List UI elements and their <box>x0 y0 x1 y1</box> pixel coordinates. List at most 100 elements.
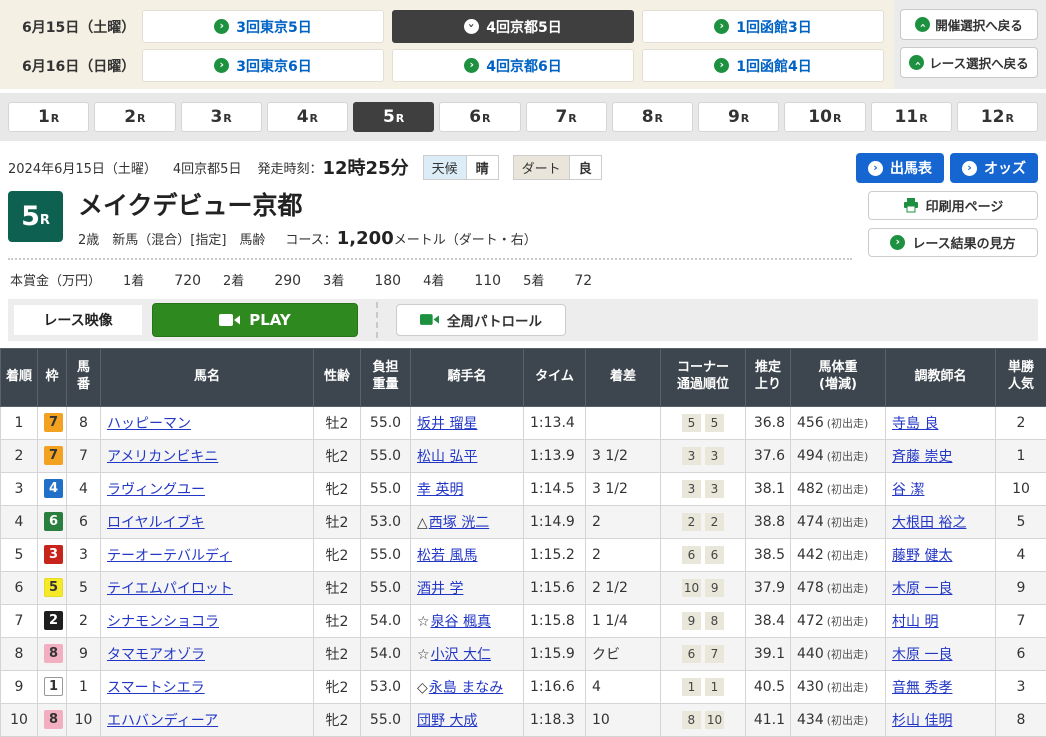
cell-bracket: 7 <box>38 406 67 439</box>
race-tab-suffix: R <box>1005 112 1013 125</box>
race-tab-2r[interactable]: 2R <box>94 102 175 132</box>
race-tab-3r[interactable]: 3R <box>181 102 262 132</box>
cell-jockey: 団野 大成 <box>411 703 524 736</box>
horse-name-link[interactable]: エハバンディーア <box>107 713 218 729</box>
patrol-video-button[interactable]: 全周パトロール <box>396 304 566 336</box>
meeting-button-1-2[interactable]: 4回京都5日 <box>392 10 634 43</box>
corner-position: 7 <box>705 645 724 663</box>
race-tab-4r[interactable]: 4R <box>267 102 348 132</box>
race-tab-7r[interactable]: 7R <box>526 102 607 132</box>
bracket-badge: 8 <box>44 710 63 729</box>
cell-carried-weight: 55.0 <box>361 538 411 571</box>
race-tab-10r[interactable]: 10R <box>784 102 865 132</box>
column-header-14: 単勝人気 <box>996 348 1046 406</box>
trainer-name-link[interactable]: 藤野 健太 <box>892 548 952 564</box>
trainer-name-link[interactable]: 音無 秀孝 <box>892 680 952 696</box>
cell-corner-order: 67 <box>661 637 746 670</box>
cell-horse-number: 2 <box>67 604 101 637</box>
race-tab-1r[interactable]: 1R <box>8 102 89 132</box>
meeting-button-2-3[interactable]: 1回函館4日 <box>642 49 884 82</box>
race-tab-8r[interactable]: 8R <box>612 102 693 132</box>
cell-horse-number: 9 <box>67 637 101 670</box>
jockey-name-link[interactable]: 永島 まなみ <box>429 680 503 696</box>
race-tab-number: 8 <box>642 107 654 127</box>
trainer-name-link[interactable]: 大根田 裕之 <box>892 515 966 531</box>
jockey-name-link[interactable]: 泉谷 楓真 <box>431 614 491 630</box>
bracket-badge: 7 <box>44 446 63 465</box>
meeting-button-2-1[interactable]: 3回東京6日 <box>142 49 384 82</box>
race-number: 5 <box>21 201 40 232</box>
cell-horse-name: タマモアオゾラ <box>101 637 314 670</box>
race-tab-9r[interactable]: 9R <box>698 102 779 132</box>
print-page-label: 印刷用ページ <box>926 196 1004 215</box>
trainer-name-link[interactable]: 寺島 良 <box>892 416 938 432</box>
bracket-badge: 7 <box>44 413 63 432</box>
jockey-name-link[interactable]: 酒井 学 <box>417 581 463 597</box>
horse-name-link[interactable]: ラヴィングユー <box>107 482 205 498</box>
trainer-name-link[interactable]: 谷 潔 <box>892 482 924 498</box>
jockey-name-link[interactable]: 坂井 瑠星 <box>417 416 477 432</box>
results-guide-button[interactable]: レース結果の見方 <box>868 228 1038 257</box>
jockey-name-link[interactable]: 松山 弘平 <box>417 449 477 465</box>
cell-win-favourite: 3 <box>996 670 1046 703</box>
start-time-label: 発走時刻： <box>257 158 322 177</box>
cell-margin: 2 1/2 <box>586 571 661 604</box>
cell-corner-order: 33 <box>661 472 746 505</box>
meeting-button-2-2[interactable]: 4回京都6日 <box>392 49 634 82</box>
meeting-button-1-3[interactable]: 1回函館3日 <box>642 10 884 43</box>
trainer-name-link[interactable]: 木原 一良 <box>892 647 952 663</box>
trainer-name-link[interactable]: 村山 明 <box>892 614 938 630</box>
jockey-name-link[interactable]: 団野 大成 <box>417 713 477 729</box>
prize-place: 2着 <box>223 270 244 289</box>
jockey-name-link[interactable]: 松若 風馬 <box>417 548 477 564</box>
cell-horse-name: エハバンディーア <box>101 703 314 736</box>
table-row: 178ハッピーマン牡255.0坂井 瑠星1:13.45536.8456(初出走)… <box>1 406 1046 439</box>
jockey-name-link[interactable]: 小沢 大仁 <box>431 647 491 663</box>
prize-amount: 290 <box>274 273 301 289</box>
trainer-name-link[interactable]: 斉藤 崇史 <box>892 449 952 465</box>
column-header-5: 性齢 <box>314 348 361 406</box>
print-page-button[interactable]: 印刷用ページ <box>868 191 1038 220</box>
cell-win-favourite: 8 <box>996 703 1046 736</box>
cell-horse-number: 3 <box>67 538 101 571</box>
back-to-meeting-button[interactable]: 開催選択へ戻る <box>900 9 1038 40</box>
arrow-right-icon <box>890 235 905 250</box>
race-tab-12r[interactable]: 12R <box>957 102 1038 132</box>
back-to-race-select-button[interactable]: レース選択へ戻る <box>900 47 1038 78</box>
table-row: 722シナモンショコラ牡254.0☆泉谷 楓真1:15.81 1/49838.4… <box>1 604 1046 637</box>
horse-name-link[interactable]: タマモアオゾラ <box>107 647 205 663</box>
meeting-button-1-1[interactable]: 3回東京5日 <box>142 10 384 43</box>
results-header-row: 着順枠馬番馬名性齢負担重量騎手名タイム着差コーナー通過順位推定上り馬体重(増減)… <box>1 348 1046 406</box>
horse-name-link[interactable]: スマートシエラ <box>107 680 205 696</box>
play-button[interactable]: PLAY <box>152 303 358 337</box>
horse-name-link[interactable]: テイエムパイロット <box>107 581 233 597</box>
horse-name-link[interactable]: シナモンショコラ <box>107 614 219 630</box>
horse-name-link[interactable]: ハッピーマン <box>107 416 191 432</box>
cell-body-weight: 474(初出走) <box>791 505 886 538</box>
cell-carried-weight: 54.0 <box>361 637 411 670</box>
trainer-name-link[interactable]: 木原 一良 <box>892 581 952 597</box>
track-label: ダート <box>514 156 569 179</box>
cell-time: 1:13.4 <box>524 406 586 439</box>
horse-name-link[interactable]: アメリカンビキニ <box>107 449 218 465</box>
jockey-name-link[interactable]: 幸 英明 <box>417 482 463 498</box>
course-detail: メートル（ダート・右） <box>394 229 537 248</box>
race-tab-6r[interactable]: 6R <box>439 102 520 132</box>
table-row: 277アメリカンビキニ牝255.0松山 弘平1:13.93 1/23337.64… <box>1 439 1046 472</box>
race-tab-number: 1 <box>38 107 50 127</box>
horse-name-link[interactable]: テーオーテバルディ <box>107 548 232 564</box>
race-info-column: 2024年6月15日（土曜） 4回京都5日 発走時刻： 12時25分 天候 晴 … <box>8 151 852 299</box>
race-tab-5r[interactable]: 5R <box>353 102 434 132</box>
odds-button[interactable]: オッズ <box>950 153 1038 183</box>
bracket-badge: 8 <box>44 644 63 663</box>
race-tab-suffix: R <box>51 112 59 125</box>
race-tab-suffix: R <box>310 112 318 125</box>
column-header-7: 騎手名 <box>411 348 524 406</box>
arrow-up-icon <box>909 55 924 70</box>
race-tab-11r[interactable]: 11R <box>871 102 952 132</box>
horse-name-link[interactable]: ロイヤルイブキ <box>107 515 205 531</box>
jockey-name-link[interactable]: 西塚 洸二 <box>429 515 489 531</box>
cell-sex-age: 牝2 <box>314 538 361 571</box>
trainer-name-link[interactable]: 杉山 佳明 <box>892 713 952 729</box>
shutsuba-button[interactable]: 出馬表 <box>856 153 944 183</box>
